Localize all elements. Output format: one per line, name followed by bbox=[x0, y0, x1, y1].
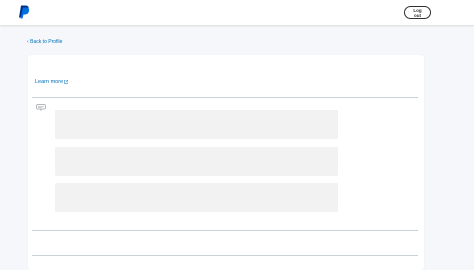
learn-more-link[interactable]: Learn more bbox=[35, 79, 68, 85]
logout-button[interactable]: Log out bbox=[404, 6, 431, 19]
top-header: Log out bbox=[0, 0, 474, 25]
loading-placeholder bbox=[55, 183, 338, 212]
section-divider-bottom bbox=[32, 255, 418, 256]
content-card: Learn more bbox=[28, 55, 424, 270]
section-divider-top bbox=[32, 97, 418, 98]
paypal-logo-icon[interactable] bbox=[19, 5, 30, 19]
tooltip-icon[interactable] bbox=[36, 104, 46, 111]
back-to-profile-link[interactable]: ‹ Back to Profile bbox=[27, 39, 62, 45]
learn-more-label: Learn more bbox=[35, 79, 64, 85]
chevron-left-icon: ‹ bbox=[27, 38, 29, 45]
back-link-label: Back to Profile bbox=[30, 39, 63, 45]
external-link-icon bbox=[64, 80, 68, 84]
section-divider-middle bbox=[32, 230, 418, 231]
loading-placeholder bbox=[55, 110, 338, 139]
loading-placeholder bbox=[55, 147, 338, 176]
page: Log out ‹ Back to Profile Learn more bbox=[0, 0, 474, 270]
